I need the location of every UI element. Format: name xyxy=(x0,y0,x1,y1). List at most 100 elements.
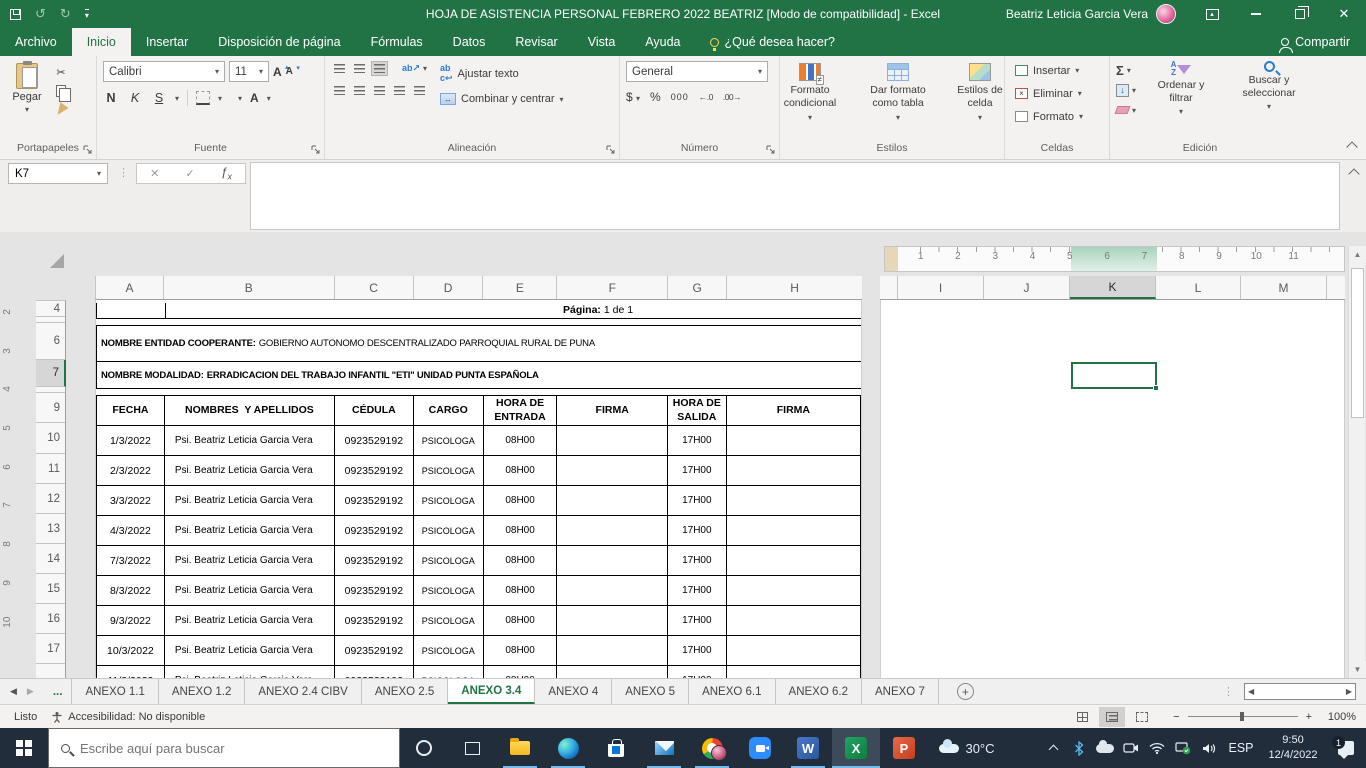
volume-icon[interactable] xyxy=(1196,742,1222,755)
sheet-tab-anexo-5[interactable]: ANEXO 5 xyxy=(612,679,690,704)
close-button[interactable]: ✕ xyxy=(1322,0,1366,28)
formula-input[interactable] xyxy=(250,162,1340,230)
cell-nombres[interactable]: Psi. Beatriz Leticia Garcia Vera xyxy=(163,665,335,678)
sheet-tab-anexo-1-2[interactable]: ANEXO 1.2 xyxy=(159,679,246,704)
language-indicator[interactable]: ESP xyxy=(1222,741,1260,755)
sheet-nav-right-icon[interactable]: ▶ xyxy=(27,686,34,697)
cell-hora-salida[interactable]: 17H00 xyxy=(666,575,727,606)
font-name-combo[interactable]: Calibri ▾ xyxy=(103,61,225,82)
sheet-tab-anexo-1-1[interactable]: ANEXO 1.1 xyxy=(72,679,159,704)
underline-dropdown-icon[interactable]: ▾ xyxy=(175,94,179,103)
collapse-formula-bar-icon[interactable] xyxy=(1348,168,1360,180)
column-header-h[interactable]: H xyxy=(727,276,862,299)
cell-nombres[interactable]: Psi. Beatriz Leticia Garcia Vera xyxy=(163,545,335,576)
col-firma-2[interactable]: FIRMA xyxy=(725,395,861,426)
security-icon[interactable] xyxy=(1170,741,1196,755)
increase-indent-button[interactable] xyxy=(411,83,428,98)
zoom-slider[interactable] xyxy=(1187,712,1298,721)
cell-hora-entrada[interactable]: 08H00 xyxy=(482,635,558,666)
table-row[interactable]: 1/3/2022 Psi. Beatriz Leticia Garcia Ver… xyxy=(96,425,861,456)
row-header-14[interactable]: 14 xyxy=(36,544,65,574)
cell-firma-1[interactable] xyxy=(556,605,668,636)
cell-nombres[interactable]: Psi. Beatriz Leticia Garcia Vera xyxy=(163,605,335,636)
copy-button[interactable] xyxy=(52,83,71,102)
scroll-down-icon[interactable]: ▼ xyxy=(1349,661,1366,678)
col-cargo[interactable]: CARGO xyxy=(412,395,484,426)
tab-disposicion[interactable]: Disposición de página xyxy=(203,28,355,56)
column-header-e[interactable]: E xyxy=(483,276,558,299)
sheet-tab-anexo-6-2[interactable]: ANEXO 6.2 xyxy=(776,679,862,704)
column-header-a[interactable]: A xyxy=(96,276,164,299)
row-header-16[interactable]: 16 xyxy=(36,604,65,634)
tab-insertar[interactable]: Insertar xyxy=(131,28,203,56)
horizontal-scrollbar[interactable]: ◀ ▶ xyxy=(1244,683,1356,700)
cell-fecha[interactable]: 11/3/2022 xyxy=(96,665,165,678)
user-name[interactable]: Beatriz Leticia Garcia Vera xyxy=(1006,7,1148,21)
cell-firma-2[interactable] xyxy=(725,515,861,546)
insert-function-icon[interactable]: ƒx xyxy=(221,165,232,181)
cell-hora-salida[interactable]: 17H00 xyxy=(666,425,727,456)
decrease-font-icon[interactable]: A ▾ xyxy=(286,65,300,77)
cell-cedula[interactable]: 0923529192 xyxy=(333,665,414,678)
cell-hora-entrada[interactable]: 08H00 xyxy=(482,425,558,456)
zoom-app-button[interactable] xyxy=(736,728,784,768)
col-nombres[interactable]: NOMBRES Y APELLIDOS xyxy=(163,395,335,426)
meet-now-icon[interactable] xyxy=(1118,742,1144,754)
accessibility-status[interactable]: Accesibilidad: No disponible xyxy=(51,711,205,723)
font-color-button[interactable]: A xyxy=(250,89,259,107)
align-middle-button[interactable] xyxy=(351,61,368,76)
cell-cedula[interactable]: 0923529192 xyxy=(333,635,414,666)
cortana-button[interactable] xyxy=(400,728,448,768)
cut-button[interactable]: ✂ xyxy=(52,64,70,80)
cell-firma-2[interactable] xyxy=(725,575,861,606)
cell-hora-entrada[interactable]: 08H00 xyxy=(482,665,558,678)
table-row[interactable]: 7/3/2022 Psi. Beatriz Leticia Garcia Ver… xyxy=(96,545,861,576)
save-icon[interactable] xyxy=(10,8,21,20)
cell-hora-salida[interactable]: 17H00 xyxy=(666,485,727,516)
underline-button[interactable]: S xyxy=(151,91,167,105)
cell-cedula[interactable]: 0923529192 xyxy=(333,425,414,456)
column-header-l[interactable]: L xyxy=(1156,276,1241,299)
cell-cargo[interactable]: PSICOLOGA xyxy=(412,485,484,516)
font-dialog-launcher-icon[interactable] xyxy=(311,145,321,155)
currency-button[interactable]: $ ▾ xyxy=(626,90,640,104)
table-row[interactable]: 10/3/2022 Psi. Beatriz Leticia Garcia Ve… xyxy=(96,635,861,666)
column-header-c[interactable]: C xyxy=(335,276,414,299)
clipboard-dialog-launcher-icon[interactable] xyxy=(83,145,93,155)
cell-hora-entrada[interactable]: 08H00 xyxy=(482,575,558,606)
notification-center-button[interactable]: 1 xyxy=(1326,736,1366,759)
italic-button[interactable]: K xyxy=(127,91,143,105)
sheet-tab-anexo-2-5[interactable]: ANEXO 2.5 xyxy=(362,679,449,704)
column-header-d[interactable]: D xyxy=(414,276,484,299)
cell-cargo[interactable]: PSICOLOGA xyxy=(412,455,484,486)
cell-cargo[interactable]: PSICOLOGA xyxy=(412,575,484,606)
cell-firma-2[interactable] xyxy=(725,485,861,516)
zoom-level[interactable]: 100% xyxy=(1316,711,1356,723)
align-right-button[interactable] xyxy=(371,83,388,98)
confirm-entry-icon[interactable]: ✓ xyxy=(185,167,194,180)
row-header-4[interactable]: 4 xyxy=(36,301,65,317)
table-row[interactable]: 4/3/2022 Psi. Beatriz Leticia Garcia Ver… xyxy=(96,515,861,546)
row-header-17[interactable]: 17 xyxy=(36,634,65,664)
tab-revisar[interactable]: Revisar xyxy=(500,28,572,56)
cell-hora-entrada[interactable]: 08H00 xyxy=(482,455,558,486)
sheet-tab-anexo-7[interactable]: ANEXO 7 xyxy=(862,679,939,704)
file-explorer-button[interactable] xyxy=(496,728,544,768)
avatar[interactable] xyxy=(1156,4,1176,24)
cell-cargo[interactable]: PSICOLOGA xyxy=(412,605,484,636)
column-header-b[interactable]: B xyxy=(164,276,335,299)
cell-cargo[interactable]: PSICOLOGA xyxy=(412,665,484,678)
cell-hora-salida[interactable]: 17H00 xyxy=(666,665,727,678)
cell-firma-2[interactable] xyxy=(725,605,861,636)
column-header-g[interactable]: G xyxy=(668,276,728,299)
cell-fecha[interactable]: 1/3/2022 xyxy=(96,425,165,456)
zoom-in-icon[interactable]: + xyxy=(1306,711,1312,723)
wrap-text-button[interactable]: ab c↩ Ajustar texto xyxy=(440,63,564,84)
sort-filter-button[interactable]: AZ Ordenar y filtrar ▾ xyxy=(1144,61,1218,140)
increase-font-icon[interactable]: A ▴ xyxy=(273,64,289,79)
cell-hora-entrada[interactable]: 08H00 xyxy=(482,545,558,576)
font-size-combo[interactable]: 11 ▾ xyxy=(229,61,269,82)
page-layout-view-button[interactable] xyxy=(1099,706,1126,727)
cell-cargo[interactable]: PSICOLOGA xyxy=(412,635,484,666)
row-header-9[interactable]: 9 xyxy=(36,393,65,423)
